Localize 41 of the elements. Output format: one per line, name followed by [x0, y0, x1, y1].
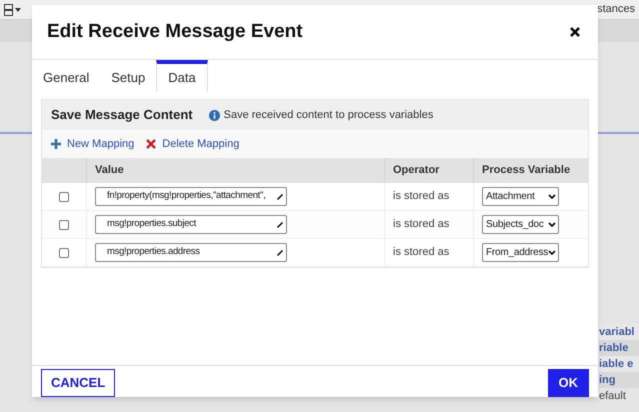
tab[interactable]: General: [32, 60, 100, 92]
tab[interactable]: Setup: [100, 60, 156, 92]
row-checkbox[interactable]: [59, 220, 69, 230]
variable-select[interactable]: Attachment: [482, 187, 559, 206]
column-header: Operator: [384, 158, 473, 183]
cancel-button[interactable]: CANCEL: [41, 368, 116, 396]
chevron-down-icon: [548, 222, 556, 228]
row-checkbox[interactable]: [59, 248, 69, 258]
chevron-down-icon: [548, 194, 556, 200]
row-checkbox[interactable]: [59, 192, 69, 202]
delete-mapping-link[interactable]: Delete Mapping: [146, 136, 240, 152]
info-icon: [208, 110, 220, 120]
variable-link[interactable]: riable: [599, 340, 639, 356]
value-field[interactable]: msg!properties.subject: [95, 215, 287, 234]
section-hint: Save received content to process variables: [224, 108, 434, 123]
plus-icon: [51, 139, 61, 149]
variable-select[interactable]: Subjects_doc: [482, 215, 559, 234]
operator-text: is stored as: [393, 217, 450, 232]
section-title: Save Message Content: [51, 106, 193, 124]
value-field[interactable]: fn!property(msg!properties,"attachment",: [95, 187, 287, 206]
side-text: efault: [599, 389, 627, 404]
edit-icon[interactable]: [277, 194, 283, 200]
variable-link[interactable]: ing: [599, 372, 639, 388]
layout-icon[interactable]: [4, 4, 22, 16]
dialog-title: Edit Receive Message Event: [47, 20, 303, 44]
chevron-down-icon: [548, 250, 556, 256]
x-icon: [146, 139, 156, 149]
variable-select[interactable]: From_address: [482, 243, 559, 262]
toolbar-text: stances: [597, 2, 635, 18]
variable-link[interactable]: iable e: [599, 356, 639, 372]
variable-link[interactable]: variabl: [599, 324, 639, 340]
operator-text: is stored as: [393, 189, 450, 204]
operator-text: is stored as: [393, 245, 450, 260]
edit-icon[interactable]: [277, 250, 283, 256]
value-field[interactable]: msg!properties.address: [95, 243, 287, 262]
ok-button[interactable]: OK: [548, 368, 589, 396]
edit-icon[interactable]: [277, 222, 283, 228]
tab[interactable]: Data: [156, 60, 208, 92]
column-header: Process Variable: [473, 158, 588, 183]
new-mapping-link[interactable]: New Mapping: [51, 136, 134, 152]
column-header: Value: [86, 158, 384, 183]
